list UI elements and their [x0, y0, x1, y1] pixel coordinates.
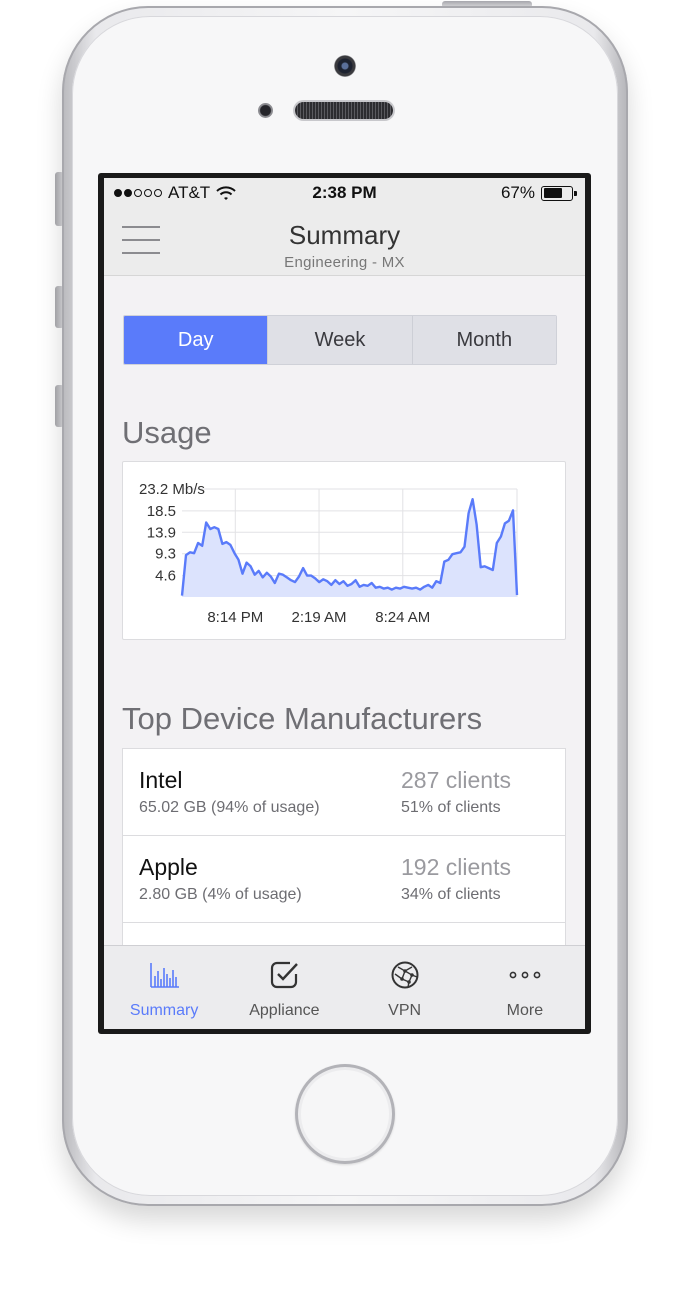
- ellipsis-icon: [509, 971, 541, 979]
- tab-label: More: [506, 1002, 544, 1019]
- manufacturer-name: Apple: [139, 854, 198, 880]
- time-range-segmented-control: Day Week Month: [123, 315, 557, 365]
- tab-appliance[interactable]: Appliance: [224, 946, 344, 1029]
- tab-more[interactable]: More: [465, 946, 585, 1029]
- segment-day[interactable]: Day: [124, 316, 268, 364]
- list-item-apple[interactable]: Apple 2.80 GB (4% of usage) 192 clients …: [123, 836, 565, 923]
- list-item-intel[interactable]: Intel 65.02 GB (94% of usage) 287 client…: [123, 749, 565, 836]
- y-tick-label: 23.2 Mb/s: [139, 481, 205, 498]
- front-camera: [334, 55, 356, 77]
- status-right: 67%: [500, 183, 577, 203]
- segment-month[interactable]: Month: [411, 316, 556, 364]
- earpiece-speaker: [295, 102, 393, 119]
- x-tick-label: 8:14 PM: [207, 609, 263, 626]
- tab-label: Summary: [129, 1002, 199, 1019]
- x-tick-label: 8:24 AM: [375, 609, 430, 626]
- battery-percent: 67%: [500, 183, 535, 202]
- home-button[interactable]: [295, 1064, 395, 1164]
- page-subtitle: Engineering - MX: [284, 254, 405, 271]
- manufacturer-usage: 2.80 GB (4% of usage): [139, 886, 302, 903]
- battery-icon: [541, 185, 577, 201]
- manufacturer-clients: 192 clients: [401, 854, 511, 880]
- check-badge-icon: [271, 961, 299, 989]
- tab-summary[interactable]: Summary: [104, 946, 224, 1029]
- y-tick-label: 4.6: [155, 568, 176, 585]
- segment-week[interactable]: Week: [267, 316, 412, 364]
- tab-label: VPN: [388, 1002, 422, 1019]
- usage-chart: 23.2 Mb/s 18.5 13.9 9.3 4.6 8:14 PM 2:19 AM 8:2…: [139, 481, 519, 626]
- y-tick-label: 13.9: [147, 524, 176, 541]
- manufacturer-name: Intel: [139, 767, 183, 793]
- manufacturers-section-title: Top Device Manufacturers: [122, 701, 483, 736]
- manufacturer-clients-percent: 34% of clients: [401, 886, 501, 903]
- y-tick-label: 18.5: [147, 503, 176, 520]
- proximity-sensor: [258, 103, 273, 118]
- app-display: AT&T 2:38 PM 67% Summary Engineering - M…: [104, 178, 585, 1029]
- status-bar: AT&T 2:38 PM 67%: [104, 178, 585, 208]
- battery-fill: [543, 188, 562, 198]
- usage-section-title: Usage: [122, 415, 212, 450]
- manufacturer-clients-percent: 51% of clients: [401, 799, 501, 816]
- y-tick-label: 9.3: [155, 546, 176, 563]
- manufacturer-usage: 65.02 GB (94% of usage): [139, 799, 320, 816]
- phone-screen: AT&T 2:38 PM 67% Summary Engineering - M…: [98, 173, 591, 1034]
- tab-vpn[interactable]: VPN: [345, 946, 465, 1029]
- tab-bar: Summary Appliance VPN More: [104, 945, 585, 1029]
- page-title: Summary: [288, 220, 401, 250]
- tab-label: Appliance: [249, 1002, 320, 1019]
- manufacturer-clients: 287 clients: [401, 767, 511, 793]
- x-tick-label: 2:19 AM: [292, 609, 347, 626]
- manufacturer-list: Intel 65.02 GB (94% of usage) 287 client…: [122, 748, 566, 958]
- navigation-bar: Summary Engineering - MX: [104, 208, 585, 276]
- globe-network-icon: [391, 961, 419, 989]
- usage-chart-card: 23.2 Mb/s 18.5 13.9 9.3 4.6 8:14 PM 2:19 AM 8:2…: [122, 461, 566, 640]
- bar-chart-icon: [150, 963, 180, 988]
